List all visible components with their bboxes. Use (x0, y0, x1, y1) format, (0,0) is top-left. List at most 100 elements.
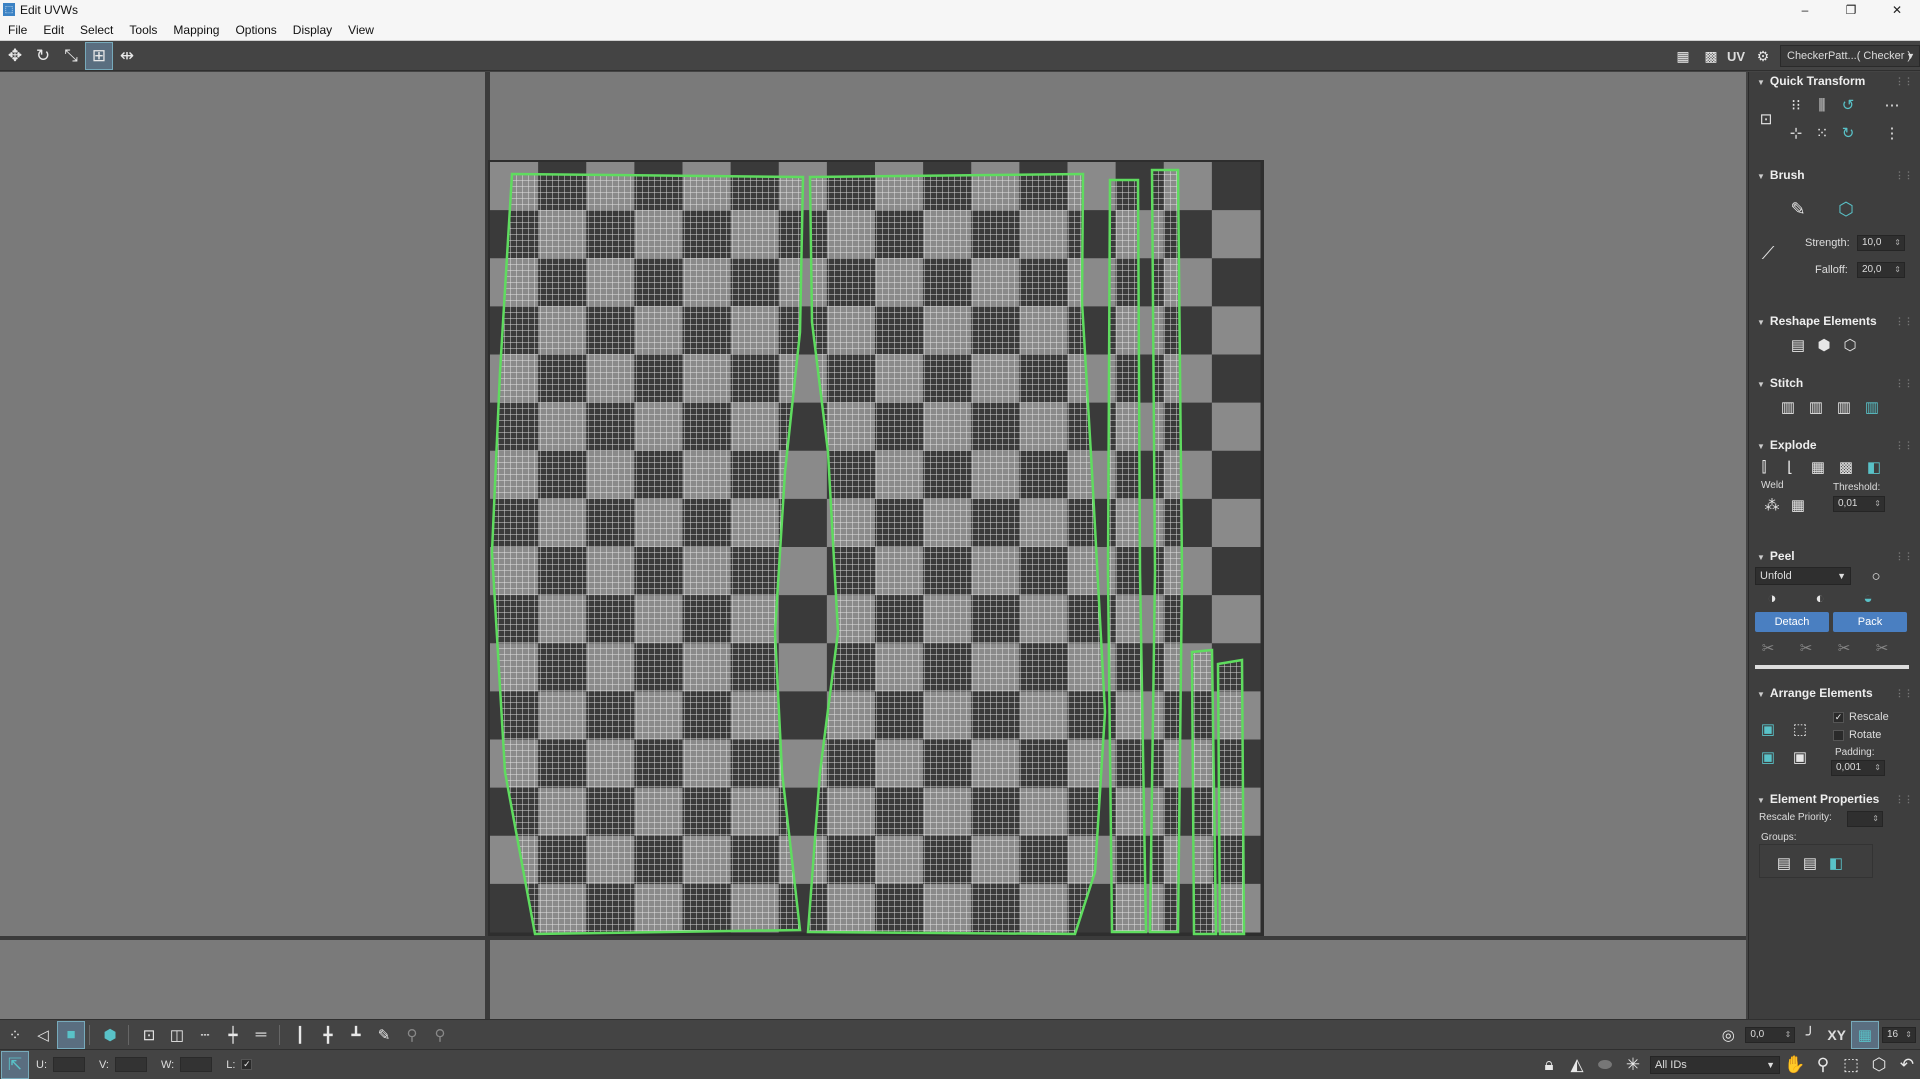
texture-select[interactable]: CheckerPatt...( Checker ) ▼ (1780, 45, 1920, 67)
polygon-mode-icon[interactable]: ■ (57, 1020, 85, 1049)
menu-edit[interactable]: Edit (35, 19, 72, 41)
weld-selected-icon[interactable]: ⁂ (1761, 494, 1783, 516)
explode-header[interactable]: ▼ Explode ⋮⋮ (1749, 436, 1920, 454)
soft-select-icon[interactable]: ◎ (1715, 1022, 1741, 1048)
edge-mode-icon[interactable]: ◁ (30, 1022, 56, 1048)
flatten-by-smoothing-icon[interactable]: ▦ (1807, 456, 1829, 478)
move-tool-icon[interactable]: ✥ (2, 43, 28, 69)
paint-move-icon[interactable]: ✎ (1785, 196, 1811, 222)
break-icon[interactable]: ⫿ (1753, 456, 1775, 478)
menu-tools[interactable]: Tools (121, 19, 165, 41)
maximize-button[interactable]: ❐ (1828, 0, 1874, 19)
menu-view[interactable]: View (340, 19, 382, 41)
close-button[interactable]: ✕ (1874, 0, 1920, 19)
detach-button[interactable]: Detach (1755, 612, 1829, 632)
threshold-spinner[interactable]: 0,01 ⇕ (1833, 496, 1885, 512)
lock-icon[interactable]: 🔒︎ (1536, 1052, 1562, 1078)
w-field[interactable] (180, 1057, 213, 1072)
vertex-mode-icon[interactable]: ⁘ (2, 1022, 28, 1048)
align-center-icon[interactable]: ⊹ (1785, 122, 1807, 144)
falloff-curve-icon[interactable]: ╯ (1797, 1022, 1823, 1048)
stitch-header[interactable]: ▼ Stitch ⋮⋮ (1749, 374, 1920, 392)
shrink-brush-icon[interactable]: ⚲ (427, 1022, 453, 1048)
minimize-button[interactable]: – (1782, 0, 1828, 19)
mirror-tool-icon[interactable]: ⇹ (114, 43, 140, 69)
pack-normalize-icon[interactable]: ⬚ (1789, 718, 1811, 740)
peel-options-icon[interactable]: ○ (1865, 565, 1887, 587)
space-vertical-icon[interactable]: ⋮ (1881, 122, 1903, 144)
element-mode-icon[interactable]: ⬢ (97, 1022, 123, 1048)
unpin-icon[interactable]: ✂ (1795, 637, 1817, 659)
freeze-icon[interactable]: ✳ (1620, 1052, 1646, 1078)
grow-selection-icon[interactable]: ═ (248, 1022, 274, 1048)
grid-spinner[interactable]: 16 ⇕ (1882, 1027, 1916, 1043)
pin-seams-icon[interactable]: ✂ (1833, 637, 1855, 659)
uv-canvas[interactable] (0, 72, 1746, 1019)
ungroup-selected-icon[interactable]: ▤ (1799, 852, 1821, 874)
pin-icon[interactable]: ✂ (1757, 637, 1779, 659)
zoom-extents-icon[interactable]: ⬡ (1866, 1052, 1892, 1078)
flatten-by-polygon-icon[interactable]: ⌊ (1779, 456, 1801, 478)
rotate-checkbox[interactable] (1833, 730, 1844, 741)
reset-peel-icon[interactable]: ◒ (1857, 587, 1879, 609)
arrange-header[interactable]: ▼ Arrange Elements ⋮⋮ (1749, 684, 1920, 702)
weld-target-icon[interactable]: ▦ (1787, 494, 1809, 516)
space-horizontal-icon[interactable]: ⋯ (1881, 94, 1903, 116)
pivot-icon[interactable]: ⊡ (1755, 108, 1777, 130)
ids-select[interactable]: All IDs ▼ (1650, 1056, 1780, 1074)
u-field[interactable] (53, 1057, 85, 1072)
xy-label[interactable]: XY (1827, 1027, 1846, 1043)
ring-selection-icon[interactable]: ┻ (343, 1022, 369, 1048)
flatten-by-material-icon[interactable]: ▩ (1835, 456, 1857, 478)
peel-mode-select[interactable]: Unfold ▼ (1755, 567, 1851, 585)
auto-pin-icon[interactable]: ✂ (1871, 637, 1893, 659)
snap-icon[interactable]: ↶ (1894, 1052, 1920, 1078)
rescale-priority-spinner[interactable]: ⇕ (1847, 811, 1883, 827)
checker-toggle-icon[interactable]: ▩ (1698, 43, 1724, 69)
select-by-element-icon[interactable]: ⊡ (136, 1022, 162, 1048)
rotate-ccw-icon[interactable]: ↺ (1837, 94, 1859, 116)
peel-header[interactable]: ▼ Peel ⋮⋮ (1749, 547, 1920, 565)
select-inverse-icon[interactable]: ◫ (164, 1022, 190, 1048)
rescale-checkbox[interactable]: ✓ (1833, 712, 1844, 723)
freeform-tool-icon[interactable]: ⊞ (85, 41, 113, 70)
rescale-elements-icon[interactable]: ▣ (1789, 746, 1811, 768)
soft-select-spinner[interactable]: 0,0 ⇕ (1745, 1027, 1796, 1043)
loop-selection-icon[interactable]: ╋ (315, 1022, 341, 1048)
pack-button[interactable]: Pack (1833, 612, 1907, 632)
filter-icon[interactable]: ◭ (1564, 1052, 1590, 1078)
zoom-icon[interactable]: ⚲ (1810, 1052, 1836, 1078)
padding-spinner[interactable]: 0,001 ⇕ (1831, 760, 1885, 776)
straighten-icon[interactable]: ▤ (1787, 334, 1809, 356)
shrink-selection-icon[interactable]: ┃ (287, 1022, 313, 1048)
hide-icon[interactable]: ⬬ (1592, 1052, 1618, 1078)
absolute-mode-icon[interactable]: ⇱ (1, 1050, 29, 1079)
flatten-icon[interactable]: ◧ (1863, 456, 1885, 478)
reshape-header[interactable]: ▼ Reshape Elements ⋮⋮ (1749, 312, 1920, 330)
scale-tool-icon[interactable]: ⤡ (58, 43, 84, 69)
strength-spinner[interactable]: 10,0 ⇕ (1857, 235, 1905, 251)
peel-mode-icon[interactable]: ◐ (1809, 587, 1831, 609)
rectangle-icon[interactable]: ⬡ (1839, 334, 1861, 356)
menu-display[interactable]: Display (285, 19, 340, 41)
edge-loop-icon[interactable]: ┄ (192, 1022, 218, 1048)
brush-header[interactable]: ▼ Brush ⋮⋮ (1749, 166, 1920, 184)
falloff-spinner[interactable]: 20,0 ⇕ (1857, 262, 1905, 278)
uv-viewport[interactable] (0, 72, 1746, 1019)
uv-axis-label[interactable]: UV (1727, 49, 1745, 64)
align-vertical-icon[interactable]: ⫼ (1811, 94, 1833, 116)
menu-select[interactable]: Select (72, 19, 121, 41)
pack-custom-icon[interactable]: ▣ (1757, 746, 1779, 768)
quick-transform-header[interactable]: ▼ Quick Transform ⋮⋮ (1749, 72, 1920, 90)
stitch-average-icon[interactable]: ▥ (1833, 396, 1855, 418)
stitch-source-icon[interactable]: ▥ (1805, 396, 1827, 418)
relax-brush-icon[interactable]: ⬡ (1833, 196, 1859, 222)
stitch-custom-icon[interactable]: ▥ (1777, 396, 1799, 418)
grid-toggle-icon[interactable]: ▦ (1670, 43, 1696, 69)
edge-ring-icon[interactable]: ┿ (220, 1022, 246, 1048)
grid-snap-icon[interactable]: ▦ (1851, 1021, 1879, 1049)
distribute-icon[interactable]: ⁙ (1811, 122, 1833, 144)
v-field[interactable] (115, 1057, 147, 1072)
paint-select-icon[interactable]: ✎ (371, 1022, 397, 1048)
rotate-tool-icon[interactable]: ↻ (30, 43, 56, 69)
